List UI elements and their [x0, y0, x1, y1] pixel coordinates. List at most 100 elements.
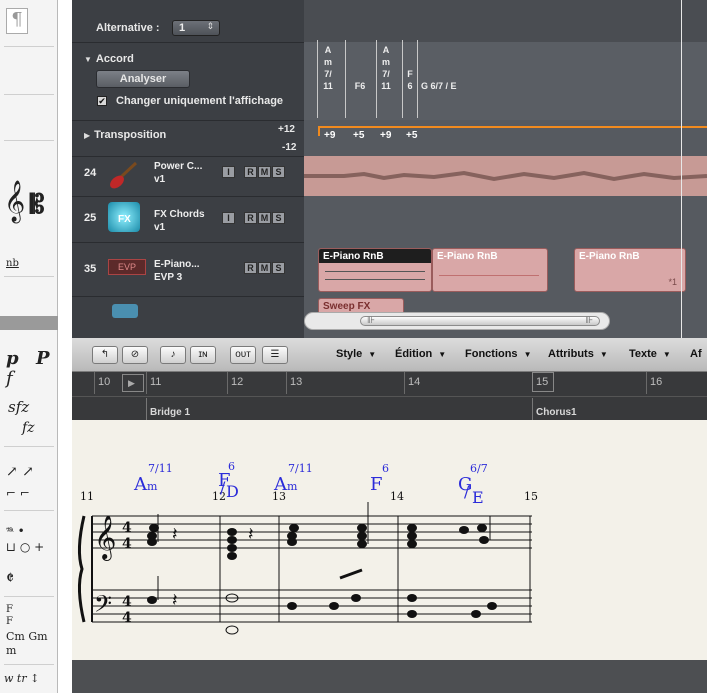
- divider: [4, 510, 54, 511]
- trill-icon[interactable]: w tr ↕: [4, 672, 62, 685]
- chord-f6[interactable]: F6: [348, 80, 372, 92]
- transposition-value: +5: [406, 130, 418, 141]
- app-window: ¶ 𝄞 𝄡 nb p P f sfz fz ↗ ↗ ⌐ ⌐ 𝆮 • ⊔ ○ + …: [0, 0, 707, 693]
- palette-section-header[interactable]: [0, 316, 58, 330]
- dynamic-sfz-icon[interactable]: sfz: [8, 398, 66, 416]
- ruler-tick: [404, 372, 405, 394]
- bracket-icon[interactable]: ⌐ ⌐: [6, 486, 64, 500]
- pedal-icon[interactable]: 𝆮 •: [6, 524, 64, 539]
- trans-up-label: +12: [278, 124, 295, 135]
- display-only-checkbox[interactable]: ✔: [97, 96, 107, 106]
- tab-clef-icon[interactable]: nb: [6, 258, 64, 269]
- midi-region-selected[interactable]: E-Piano RnB: [318, 248, 432, 292]
- fx-icon: FX: [108, 202, 140, 232]
- curve-segment: [318, 126, 320, 136]
- chord-section-header[interactable]: ▼ Accord: [84, 53, 134, 65]
- ruler-tick: [94, 372, 95, 394]
- menu-affichage[interactable]: Af: [690, 348, 702, 360]
- transposition-value: +9: [380, 130, 392, 141]
- marker-bridge[interactable]: Bridge 1: [150, 407, 190, 418]
- solo-button[interactable]: S: [272, 262, 285, 274]
- thumb-grip-right: ⊪: [585, 315, 593, 325]
- chord-am711-2[interactable]: Am 7/11: [377, 44, 395, 92]
- transposition-header[interactable]: ▶ Transposition: [84, 129, 166, 141]
- chord-f6-2[interactable]: F6: [403, 68, 417, 92]
- record-button[interactable]: R: [244, 262, 257, 274]
- evp-icon: EVP: [108, 259, 146, 275]
- stepper-icon: ⇕: [206, 21, 214, 31]
- bar-number: 10: [98, 376, 111, 388]
- go-up-button[interactable]: ↰: [92, 346, 118, 364]
- menu-edition[interactable]: Édition ▼: [395, 348, 446, 360]
- marker-tick: [146, 398, 147, 420]
- transposition-curve[interactable]: [318, 126, 707, 128]
- score-page: 11 12 13 14 15 Am 7/11 F6D / Am 7/11 F6 G6…: [72, 420, 707, 660]
- bar-ruler[interactable]: 10 ▶ 11 12 13 14 15 16 Bridge 1 Chorus1: [72, 372, 707, 420]
- mute-button[interactable]: M: [258, 166, 271, 178]
- input-monitor-button[interactable]: I: [222, 212, 235, 224]
- divider: [4, 664, 54, 665]
- record-button[interactable]: R: [244, 166, 257, 178]
- dynamic-f-icon[interactable]: f: [6, 368, 64, 389]
- guitar-icon: [108, 160, 140, 190]
- alternative-label: Alternative :: [96, 22, 160, 34]
- horizontal-scrollbar[interactable]: ⊪ ⊪: [304, 312, 610, 330]
- chord-item[interactable]: Cm Gm: [6, 630, 64, 643]
- menu-attributs[interactable]: Attributs ▼: [548, 348, 608, 360]
- svg-text:𝄽: 𝄽: [248, 524, 254, 544]
- menu-style[interactable]: Style ▼: [336, 348, 376, 360]
- divider: [4, 276, 54, 277]
- input-monitor-button[interactable]: I: [222, 166, 235, 178]
- note-line: [325, 271, 425, 272]
- svg-text:𝄢: 𝄢: [94, 590, 112, 623]
- track-number: 25: [84, 212, 97, 224]
- alternative-select[interactable]: 1 ⇕: [172, 20, 220, 36]
- pedal-release-icon[interactable]: ⊔ ○ +: [6, 540, 64, 554]
- solo-button[interactable]: S: [272, 212, 285, 224]
- midi-out-button[interactable]: ᴏᴜᴛ: [230, 346, 256, 364]
- slur-icon[interactable]: ↗ ↗: [6, 464, 64, 480]
- bar-number: 16: [650, 376, 663, 388]
- scrollbar-thumb[interactable]: ⊪ ⊪: [360, 315, 600, 326]
- chord-g67-e[interactable]: G 6/7 / E: [421, 80, 491, 92]
- chord-am711[interactable]: Am 7/11: [319, 44, 337, 92]
- catch-button[interactable]: ♪: [160, 346, 186, 364]
- menu-fonctions[interactable]: Fonctions ▼: [465, 348, 531, 360]
- grand-staff[interactable]: 𝄞 𝄢 4 4 4 4 𝄽 𝄽 𝄽: [72, 420, 707, 660]
- playhead[interactable]: [681, 0, 682, 338]
- svg-text:4: 4: [122, 610, 132, 626]
- display-only-label: Changer uniquement l'affichage: [116, 95, 284, 107]
- ruler-tick: [286, 372, 287, 394]
- region-name: E-Piano RnB: [579, 251, 640, 262]
- chord-item[interactable]: m: [6, 644, 64, 657]
- track-name: Power C... v1: [154, 161, 203, 185]
- divider: [72, 42, 304, 43]
- audio-region[interactable]: [304, 156, 707, 196]
- note-line: [325, 279, 425, 280]
- analyse-button[interactable]: Analyser: [96, 70, 190, 88]
- common-time-icon[interactable]: 𝄵: [6, 568, 64, 589]
- solo-button[interactable]: S: [272, 166, 285, 178]
- midi-region[interactable]: E-Piano RnB: [432, 248, 548, 292]
- chord-item[interactable]: F: [6, 616, 64, 627]
- disclosure-open-icon: ▼: [84, 55, 92, 64]
- mute-button[interactable]: M: [258, 212, 271, 224]
- paragraph-icon[interactable]: ¶: [6, 8, 28, 34]
- cycle-locator[interactable]: ▶: [122, 374, 144, 392]
- ruler-divider: [72, 396, 707, 397]
- page-view-button[interactable]: ☰: [262, 346, 288, 364]
- record-button[interactable]: R: [244, 212, 257, 224]
- chord-item[interactable]: F: [6, 604, 64, 615]
- score-footer: [72, 660, 707, 693]
- midi-in-button[interactable]: ɪɴ: [190, 346, 216, 364]
- menu-texte[interactable]: Texte ▼: [629, 348, 671, 360]
- svg-text:𝄞: 𝄞: [94, 515, 116, 561]
- mute-button[interactable]: M: [258, 262, 271, 274]
- divider: [4, 596, 54, 597]
- midi-region[interactable]: E-Piano RnB *1: [574, 248, 686, 292]
- bar-number: 15: [536, 376, 549, 388]
- link-button[interactable]: ⊘: [122, 346, 148, 364]
- bar-number: 11: [150, 376, 162, 388]
- marker-chorus[interactable]: Chorus1: [536, 407, 577, 418]
- trans-down-label: -12: [282, 142, 297, 153]
